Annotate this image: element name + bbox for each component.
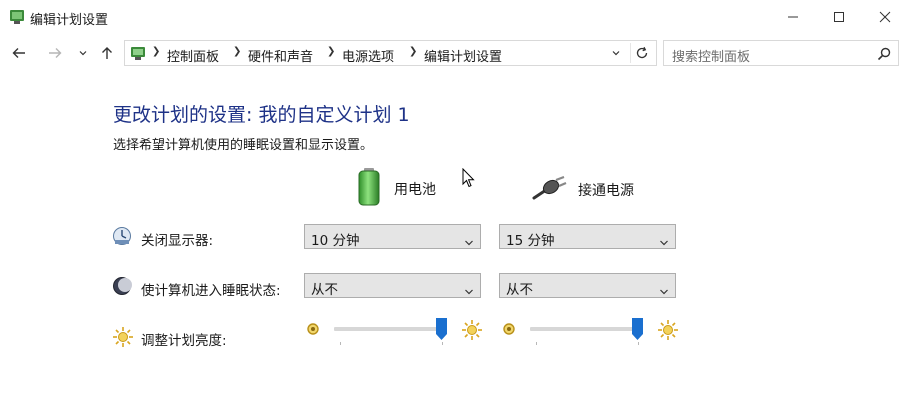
plug-icon [532,175,568,204]
slider-track [334,327,447,331]
title-bar: 编辑计划设置 [0,0,908,34]
breadcrumb-hardware-sound[interactable]: 硬件和声音 [248,46,313,65]
display-off-plugged-value: 15 分钟 [506,233,555,249]
power-plan-icon [8,7,26,29]
sleep-plugged-value: 从不 [506,282,533,298]
mouse-cursor-icon [462,167,476,192]
page-description: 选择希望计算机使用的睡眠设置和显示设置。 [113,138,374,153]
battery-column-label: 用电池 [394,182,436,198]
chevron-down-icon [464,281,474,300]
forward-arrow-icon[interactable] [44,42,66,64]
breadcrumb-control-panel[interactable]: 控制面板 [167,46,219,65]
plugged-column-header: 接通电源 [532,175,634,204]
sun-icon [112,326,134,352]
breadcrumb-chevron-icon: ❯ [152,46,161,57]
window-title: 编辑计划设置 [30,13,109,28]
display-off-plugged-select[interactable]: 15 分钟 [499,224,676,249]
refresh-icon[interactable] [630,43,653,63]
slider-tick [442,342,443,345]
breadcrumb-chevron-icon: ❯ [409,46,418,57]
chevron-down-icon[interactable] [72,42,94,64]
search-input[interactable]: 搜索控制面板 [672,46,750,65]
slider-tick [536,342,537,345]
sun-icon [657,319,679,345]
sleep-plugged-select[interactable]: 从不 [499,273,676,298]
breadcrumb-edit-plan[interactable]: 编辑计划设置 [424,46,502,65]
battery-icon [356,167,382,211]
sun-icon [461,319,483,345]
battery-column-header: 用电池 [356,167,436,211]
control-panel-icon [129,44,147,66]
page-title: 更改计划的设置: 我的自定义计划 1 [113,104,410,126]
search-box[interactable]: 搜索控制面板 [663,40,899,66]
search-icon[interactable] [877,46,891,65]
plugged-column-label: 接通电源 [578,183,634,199]
slider-tick [638,342,639,345]
address-bar[interactable]: ❯ 控制面板 ❯ 硬件和声音 ❯ 电源选项 ❯ 编辑计划设置 [124,40,657,66]
brightness-battery-slider[interactable] [334,318,452,348]
display-off-battery-select[interactable]: 10 分钟 [304,224,481,249]
chevron-down-icon [659,281,669,300]
monitor-icon [112,226,132,250]
breadcrumb-chevron-icon: ❯ [233,46,242,57]
moon-icon [112,276,132,300]
slider-tick [340,342,341,345]
brightness-label: 调整计划亮度: [141,333,227,349]
minimize-button[interactable] [770,0,816,34]
sleep-battery-value: 从不 [311,282,338,298]
breadcrumb-chevron-icon: ❯ [327,46,336,57]
chevron-down-icon [464,232,474,251]
up-arrow-icon[interactable] [96,42,118,64]
sleep-label: 使计算机进入睡眠状态: [141,283,281,299]
slider-track [530,327,643,331]
sun-icon [502,321,516,340]
display-off-battery-value: 10 分钟 [311,233,360,249]
sun-icon [306,321,320,340]
slider-thumb[interactable] [632,318,643,340]
back-arrow-icon[interactable] [8,42,30,64]
breadcrumb-power-options[interactable]: 电源选项 [342,46,394,65]
close-button[interactable] [862,0,908,34]
maximize-button[interactable] [816,0,862,34]
sleep-battery-select[interactable]: 从不 [304,273,481,298]
display-off-label: 关闭显示器: [141,233,214,249]
chevron-down-icon [659,232,669,251]
slider-thumb[interactable] [436,318,447,340]
brightness-plugged-slider[interactable] [530,318,648,348]
address-dropdown-icon[interactable] [606,43,626,63]
